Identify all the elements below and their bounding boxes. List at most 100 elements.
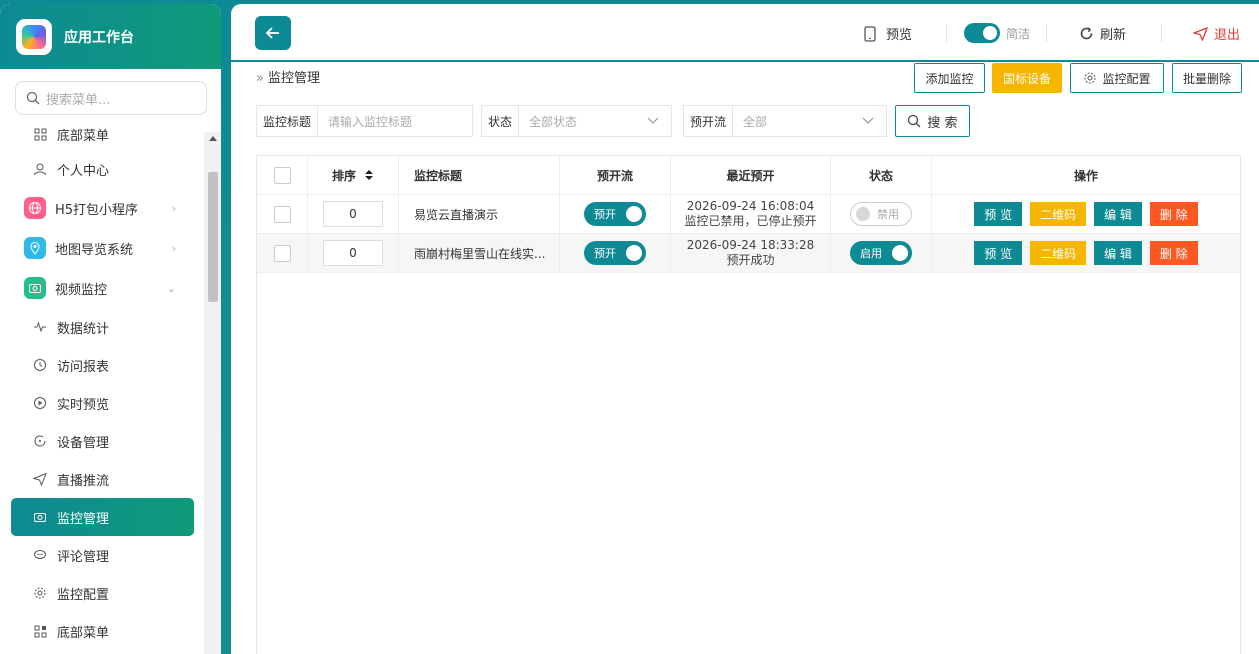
edit-button[interactable]: 编 辑 [1094, 241, 1142, 265]
sort-cell: 0 [308, 195, 399, 233]
sidebar-menu: 底部菜单 个人中心 H5打包小程序 › 地图导览系统 › 视频监控 ⌄ 数据统计… [0, 122, 204, 650]
delete-button[interactable]: 删 除 [1149, 202, 1198, 226]
status-cell: 启用 [831, 234, 932, 272]
back-button[interactable] [255, 16, 291, 50]
app-title: 应用工作台 [64, 29, 134, 46]
sidebar-item-map-guide[interactable]: 地图导览系统 › [0, 228, 204, 268]
sidebar-item-label: 视频监控 [55, 282, 108, 298]
menu-search-input[interactable]: 搜索菜单... [15, 81, 207, 115]
sidebar-item-data-stats[interactable]: 数据统计 [0, 308, 204, 346]
status-toggle[interactable]: 启用 [850, 241, 912, 265]
preview-button[interactable]: 预览 [864, 24, 912, 43]
monitor-config-button[interactable]: 监控配置 [1070, 63, 1164, 93]
row-checkbox-cell [257, 234, 308, 272]
pulse-icon [32, 319, 48, 335]
sidebar-item-label: 实时预览 [57, 397, 110, 413]
breadcrumb-separator: » [256, 71, 264, 86]
scroll-up-icon[interactable] [209, 136, 217, 141]
breadcrumb: » 监控管理 [256, 67, 320, 86]
select-all-checkbox[interactable] [273, 166, 291, 184]
sidebar-item-bottom-menu-2[interactable]: 底部菜单 [0, 612, 204, 650]
table-header: 排序 监控标题 预开流 最近预开 状态 操作 [257, 156, 1240, 195]
sidebar-item-label: 底部菜单 [57, 625, 110, 641]
sidebar-item-label: 个人中心 [57, 163, 110, 179]
logout-label: 退出 [1214, 28, 1241, 43]
divider [1046, 24, 1047, 42]
refresh-button[interactable]: 刷新 [1079, 24, 1126, 43]
refresh-icon [1080, 27, 1093, 40]
header-recent: 最近预开 [671, 156, 831, 194]
simple-mode-toggle[interactable]: 简洁 [964, 23, 1030, 43]
title-cell: 雨崩村梅里雪山在线实... [399, 234, 560, 272]
sidebar-item-label: 数据统计 [57, 321, 110, 337]
sidebar-item-label: 访问报表 [57, 359, 110, 375]
sidebar-scrollbar[interactable] [204, 132, 221, 654]
sidebar-item-label: 设备管理 [57, 435, 110, 451]
title-filter-input[interactable]: 请输入监控标题 [318, 113, 472, 130]
menu-search-placeholder: 搜索菜单... [46, 92, 111, 108]
sidebar-item-device-manage[interactable]: 设备管理 [0, 422, 204, 460]
qrcode-button[interactable]: 二维码 [1030, 241, 1087, 265]
stream-toggle[interactable]: 预开 [584, 202, 646, 226]
sort-input[interactable]: 0 [323, 201, 383, 227]
row-checkbox[interactable] [273, 205, 291, 223]
sidebar-item-access-report[interactable]: 访问报表 [0, 346, 204, 384]
monitor-table: 排序 监控标题 预开流 最近预开 状态 操作 0 易览云直播演示 预开 2026… [256, 155, 1241, 654]
scrollbar-thumb[interactable] [208, 172, 218, 302]
sort-icon[interactable] [364, 169, 374, 181]
sidebar-item-profile[interactable]: 个人中心 [0, 150, 204, 188]
grid-icon [32, 126, 48, 142]
header-ops: 操作 [1073, 168, 1098, 183]
status-filter[interactable]: 状态 全部状态 [481, 105, 672, 137]
status-filter-label: 状态 [482, 106, 520, 136]
preview-button[interactable]: 预 览 [974, 241, 1023, 265]
refresh-label: 刷新 [1100, 28, 1127, 43]
chevron-right-icon: › [171, 241, 176, 255]
send-icon [32, 471, 48, 487]
sidebar-item-monitor-config[interactable]: 监控配置 [0, 574, 204, 612]
header-sort[interactable]: 排序 [308, 156, 399, 194]
status-cell: 禁用 [831, 195, 932, 233]
comment-icon [32, 547, 48, 563]
chevron-right-icon: › [171, 201, 176, 215]
qrcode-button[interactable]: 二维码 [1030, 202, 1087, 226]
ops-cell: 预 览 二维码 编 辑 删 除 [932, 195, 1240, 233]
add-monitor-button[interactable]: 添加监控 [914, 63, 985, 93]
sidebar-item-video-monitor[interactable]: 视频监控 ⌄ [0, 268, 204, 308]
main-content: » 监控管理 添加监控 国标设备 监控配置 批量删除 监控标题 请输入监控标题 状… [231, 62, 1259, 654]
grid-icon [32, 623, 48, 639]
toggle-switch[interactable] [964, 23, 1000, 43]
stream-cell: 预开 [560, 195, 671, 233]
play-circle-icon [32, 395, 48, 411]
sidebar-item-h5-miniprogram[interactable]: H5打包小程序 › [0, 188, 204, 228]
logout-button[interactable]: 退出 [1193, 24, 1240, 43]
stream-filter[interactable]: 预开流 全部 [683, 105, 887, 137]
preview-label: 预览 [886, 28, 913, 43]
batch-delete-button[interactable]: 批量删除 [1172, 63, 1242, 93]
header-title: 监控标题 [399, 156, 560, 194]
search-button[interactable]: 搜 索 [895, 105, 970, 137]
sidebar-item-comment-manage[interactable]: 评论管理 [0, 536, 204, 574]
sidebar-item-live-push[interactable]: 直播推流 [0, 460, 204, 498]
gear-icon [32, 585, 48, 601]
delete-button[interactable]: 删 除 [1149, 241, 1198, 265]
row-checkbox[interactable] [273, 244, 291, 262]
sidebar-item-live-preview[interactable]: 实时预览 [0, 384, 204, 422]
header-stream: 预开流 [560, 156, 671, 194]
edit-button[interactable]: 编 辑 [1094, 202, 1142, 226]
status-toggle[interactable]: 禁用 [850, 202, 912, 226]
header-status: 状态 [831, 156, 932, 194]
sort-input[interactable]: 0 [323, 240, 383, 266]
preview-button[interactable]: 预 览 [974, 202, 1023, 226]
gb-device-button[interactable]: 国标设备 [992, 63, 1062, 93]
stream-toggle[interactable]: 预开 [584, 241, 646, 265]
sidebar-item-label: 直播推流 [57, 473, 110, 489]
sidebar-item-bottom-menu[interactable]: 底部菜单 [0, 118, 204, 150]
recent-cell: 2026-09-24 16:08:04 监控已禁用，已停止预开 [671, 195, 831, 233]
sidebar-item-monitor-manage[interactable]: 监控管理 [11, 498, 194, 536]
stream-filter-label: 预开流 [684, 106, 734, 136]
recent-time: 2026-09-24 16:08:04 [686, 199, 815, 213]
sidebar-item-label: 底部菜单 [57, 128, 110, 144]
recent-time: 2026-09-24 18:33:28 [686, 238, 815, 252]
sidebar: 应用工作台 搜索菜单... 底部菜单 个人中心 H5打包小程序 › 地图导览系统… [0, 4, 221, 654]
